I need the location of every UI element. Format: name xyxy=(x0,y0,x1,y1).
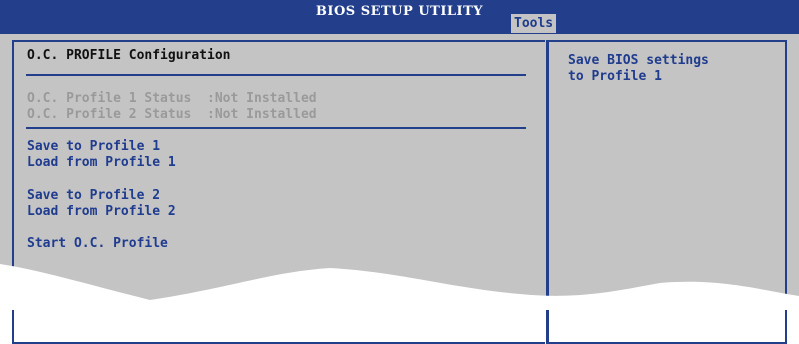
bios-screen: BIOS SETUP UTILITY Tools O.C. PROFILE Co… xyxy=(0,0,799,344)
torn-edge-graphic xyxy=(0,264,799,310)
